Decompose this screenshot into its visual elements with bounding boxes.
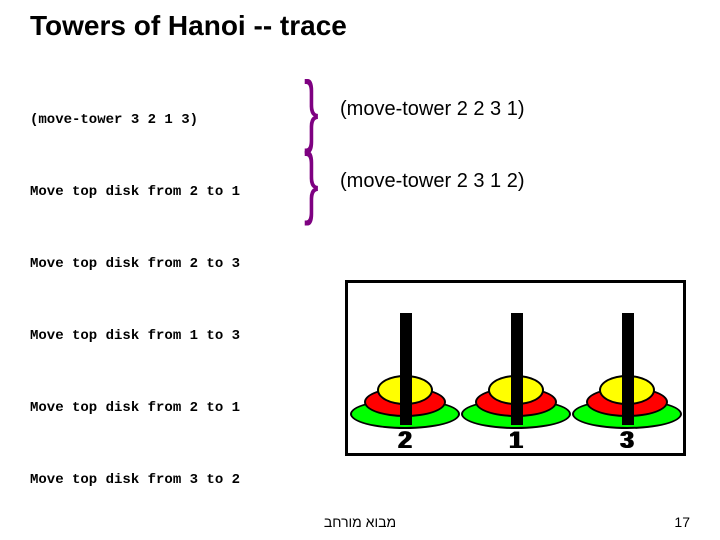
peg-label: 2 xyxy=(350,427,460,455)
peg-label: 1 xyxy=(461,427,571,455)
annotation-group1: (move-tower 2 2 3 1) xyxy=(340,98,525,121)
trace-line: Move top disk from 2 to 1 xyxy=(30,396,240,420)
trace-line: Move top disk from 1 to 3 xyxy=(30,324,240,348)
trace-line: Move top disk from 2 to 3 xyxy=(30,252,240,276)
trace-line: (move-tower 3 2 1 3) xyxy=(30,108,240,132)
pole-icon xyxy=(622,313,634,425)
footer-text: מבוא מורחב xyxy=(0,514,720,530)
page-title: Towers of Hanoi -- trace xyxy=(30,10,347,42)
trace-line: Move top disk from 2 to 1 xyxy=(30,180,240,204)
pole-icon xyxy=(511,313,523,425)
peg-label: 3 xyxy=(572,427,682,455)
slide: Towers of Hanoi -- trace (move-tower 3 2… xyxy=(0,0,720,540)
trace-line: Move top disk from 3 to 2 xyxy=(30,468,240,492)
annotation-group2: (move-tower 2 3 1 2) xyxy=(340,170,525,193)
hanoi-diagram: 2 1 3 xyxy=(345,280,686,456)
page-number: 17 xyxy=(674,514,690,530)
brace-icon: } xyxy=(304,142,319,222)
trace-block: (move-tower 3 2 1 3) Move top disk from … xyxy=(30,60,240,540)
pole-icon xyxy=(400,313,412,425)
